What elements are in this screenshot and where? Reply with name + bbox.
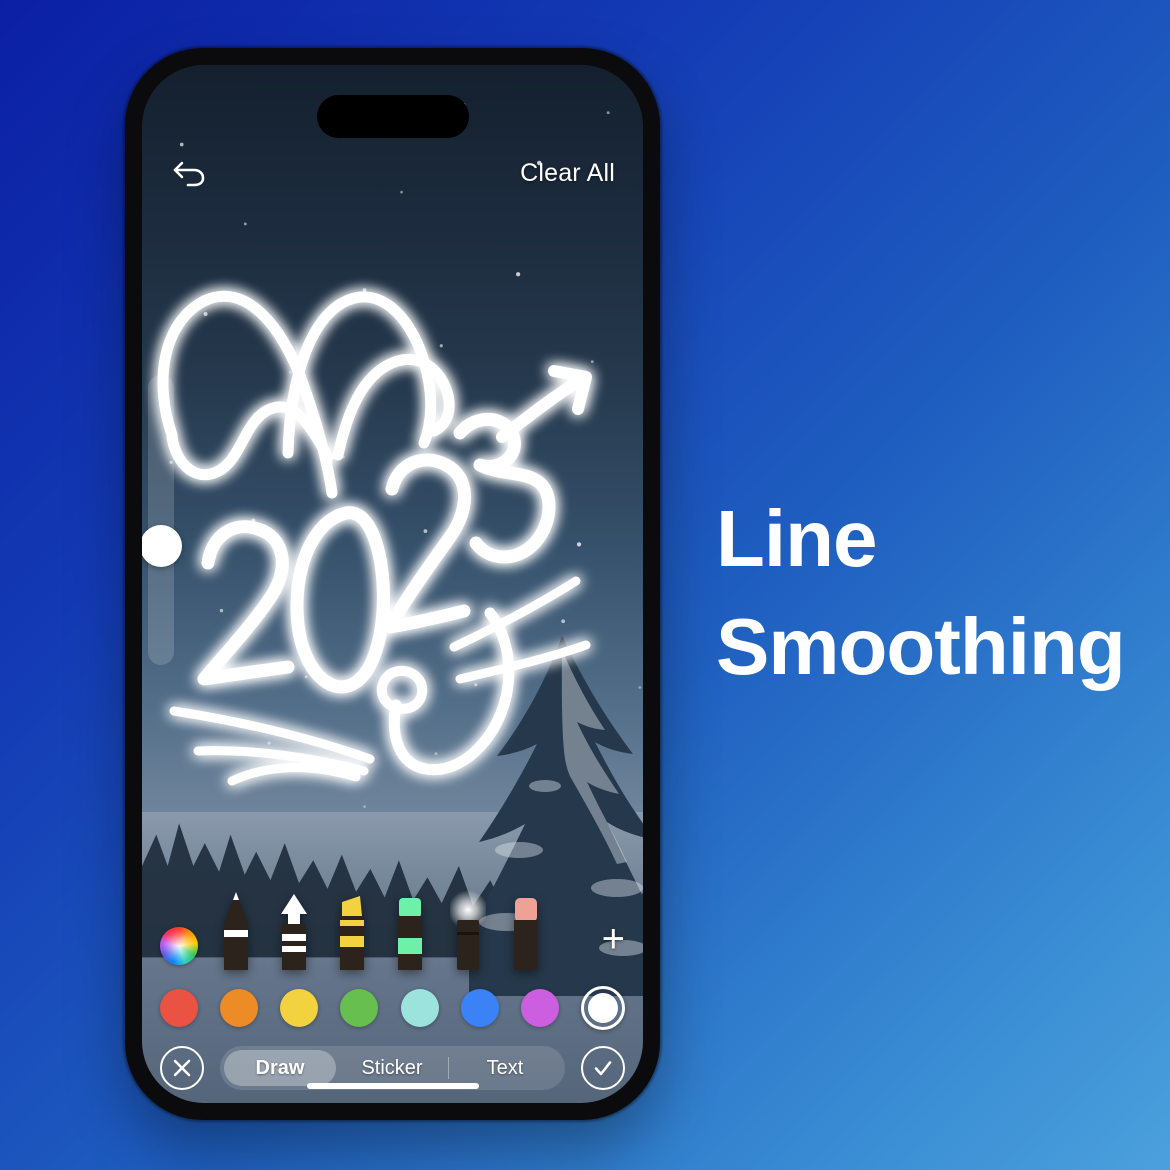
dynamic-island — [316, 95, 469, 138]
swatch-green[interactable] — [340, 989, 379, 1027]
swatch-red[interactable] — [160, 989, 198, 1027]
tool-highlighter-green[interactable] — [392, 890, 428, 975]
tab-sticker[interactable]: Sticker — [336, 1050, 448, 1086]
swatch-turquoise[interactable] — [400, 989, 439, 1027]
tool-neon-glow-brush[interactable] — [448, 890, 488, 975]
editor-topbar: Clear All — [142, 147, 643, 199]
swatch-selected-white[interactable] — [580, 986, 625, 1030]
clear-all-button[interactable]: Clear All — [520, 159, 615, 188]
swatch-yellow[interactable] — [280, 989, 319, 1027]
checkmark-icon — [594, 1061, 612, 1076]
swatch-magenta[interactable] — [520, 989, 559, 1027]
brush-size-thumb[interactable] — [142, 525, 182, 567]
tab-draw[interactable]: Draw — [224, 1050, 336, 1086]
undo-button[interactable] — [170, 154, 208, 192]
tool-row: + — [160, 890, 625, 975]
home-indicator — [306, 1083, 479, 1089]
arrow-marker-icon — [281, 894, 307, 970]
promo-line-1: Line — [716, 494, 877, 583]
tool-eraser[interactable] — [508, 890, 544, 975]
pen-list — [218, 890, 602, 975]
tool-pen[interactable] — [218, 890, 254, 975]
eraser-icon — [514, 898, 538, 970]
tool-marker-arrow[interactable] — [276, 890, 312, 975]
close-x-icon — [173, 1059, 191, 1077]
swatch-blue[interactable] — [460, 989, 499, 1027]
promo-line-2: Smoothing — [716, 602, 1126, 691]
color-swatch-row — [160, 983, 625, 1033]
pen-icon — [224, 892, 248, 970]
drawing-tool-panel: + Draw Sticker Text — [142, 885, 643, 1103]
highlighter-yellow-icon — [340, 896, 364, 970]
swatch-orange[interactable] — [220, 989, 259, 1027]
brush-size-slider[interactable] — [142, 375, 182, 665]
tab-text[interactable]: Text — [449, 1050, 561, 1086]
confirm-button[interactable] — [581, 1046, 625, 1090]
add-tool-button[interactable]: + — [602, 919, 625, 959]
promo-headline: Line Smoothing — [716, 485, 1146, 701]
phone-mockup: Clear All + Draw Sticker Text — [125, 48, 660, 1120]
tool-highlighter-yellow[interactable] — [334, 890, 370, 975]
color-wheel-button[interactable] — [160, 927, 198, 965]
undo-arrow-icon — [173, 161, 205, 187]
phone-screen: Clear All + Draw Sticker Text — [142, 65, 643, 1103]
highlighter-green-icon — [398, 898, 422, 970]
cancel-button[interactable] — [160, 1046, 204, 1090]
neon-brush-icon — [448, 890, 488, 970]
